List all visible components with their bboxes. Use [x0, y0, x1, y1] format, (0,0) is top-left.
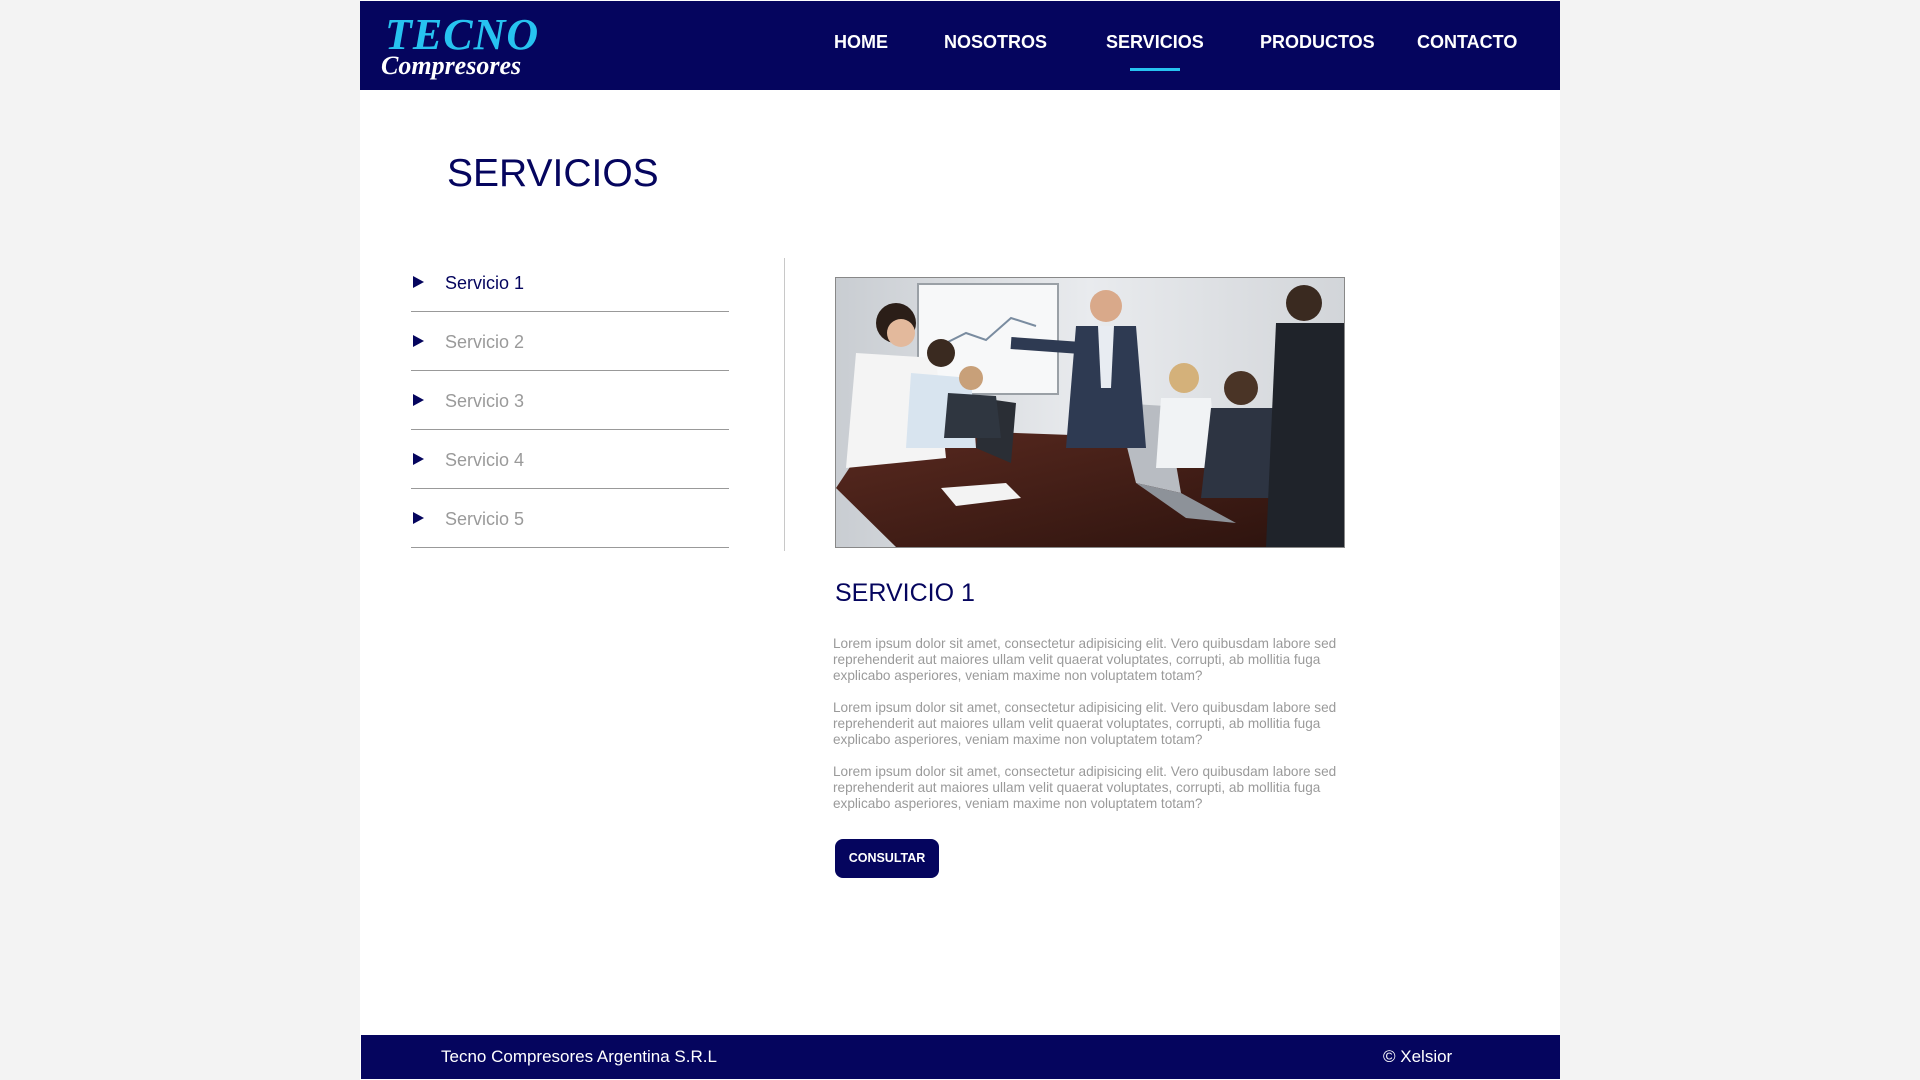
nav-active-indicator: [1130, 68, 1180, 71]
service-item-label: Servicio 2: [445, 332, 525, 352]
service-item-label: Servicio 1: [445, 273, 525, 293]
triangle-right-icon: [413, 335, 424, 347]
nav-contacto[interactable]: CONTACTO: [1417, 31, 1517, 53]
service-paragraph: Lorem ipsum dolor sit amet, consectetur …: [833, 636, 1337, 683]
triangle-right-icon: [413, 512, 424, 524]
triangle-right-icon: [413, 276, 424, 288]
logo-wordmark-bottom: Compresores: [381, 51, 522, 80]
service-item-label: Servicio 4: [445, 450, 525, 470]
nav-productos[interactable]: PRODUCTOS: [1260, 31, 1375, 53]
service-item-5[interactable]: Servicio 5: [411, 488, 729, 548]
service-paragraph: Lorem ipsum dolor sit amet, consectetur …: [833, 700, 1337, 747]
footer-company: Tecno Compresores Argentina S.R.L: [441, 1047, 717, 1066]
service-item-label: Servicio 3: [445, 391, 525, 411]
nav-servicios[interactable]: SERVICIOS: [1106, 31, 1204, 53]
nav-home[interactable]: HOME: [834, 31, 888, 53]
site-logo[interactable]: TECNO Compresores: [381, 13, 541, 83]
service-photo: [835, 277, 1345, 548]
service-paragraph: Lorem ipsum dolor sit amet, consectetur …: [833, 764, 1337, 811]
nav-nosotros[interactable]: NOSOTROS: [944, 31, 1047, 53]
consultar-button[interactable]: CONSULTAR: [835, 839, 939, 878]
service-item-2[interactable]: Servicio 2: [411, 311, 729, 371]
triangle-right-icon: [413, 394, 424, 406]
service-item-label: Servicio 5: [445, 509, 525, 529]
service-heading: SERVICIO 1: [835, 579, 975, 607]
column-divider: [784, 258, 785, 551]
page-container: TECNO Compresores HOME NOSOTROS SERVICIO…: [360, 0, 1560, 1080]
footer-credit[interactable]: © Xelsior: [1383, 1047, 1452, 1067]
service-item-4[interactable]: Servicio 4: [411, 429, 729, 489]
page-title: SERVICIOS: [447, 152, 659, 195]
site-footer: Tecno Compresores Argentina S.R.L © Xels…: [361, 1035, 1560, 1079]
service-item-1[interactable]: Servicio 1: [411, 252, 729, 312]
service-item-3[interactable]: Servicio 3: [411, 370, 729, 430]
triangle-right-icon: [413, 453, 424, 465]
site-header: TECNO Compresores HOME NOSOTROS SERVICIO…: [360, 1, 1560, 90]
